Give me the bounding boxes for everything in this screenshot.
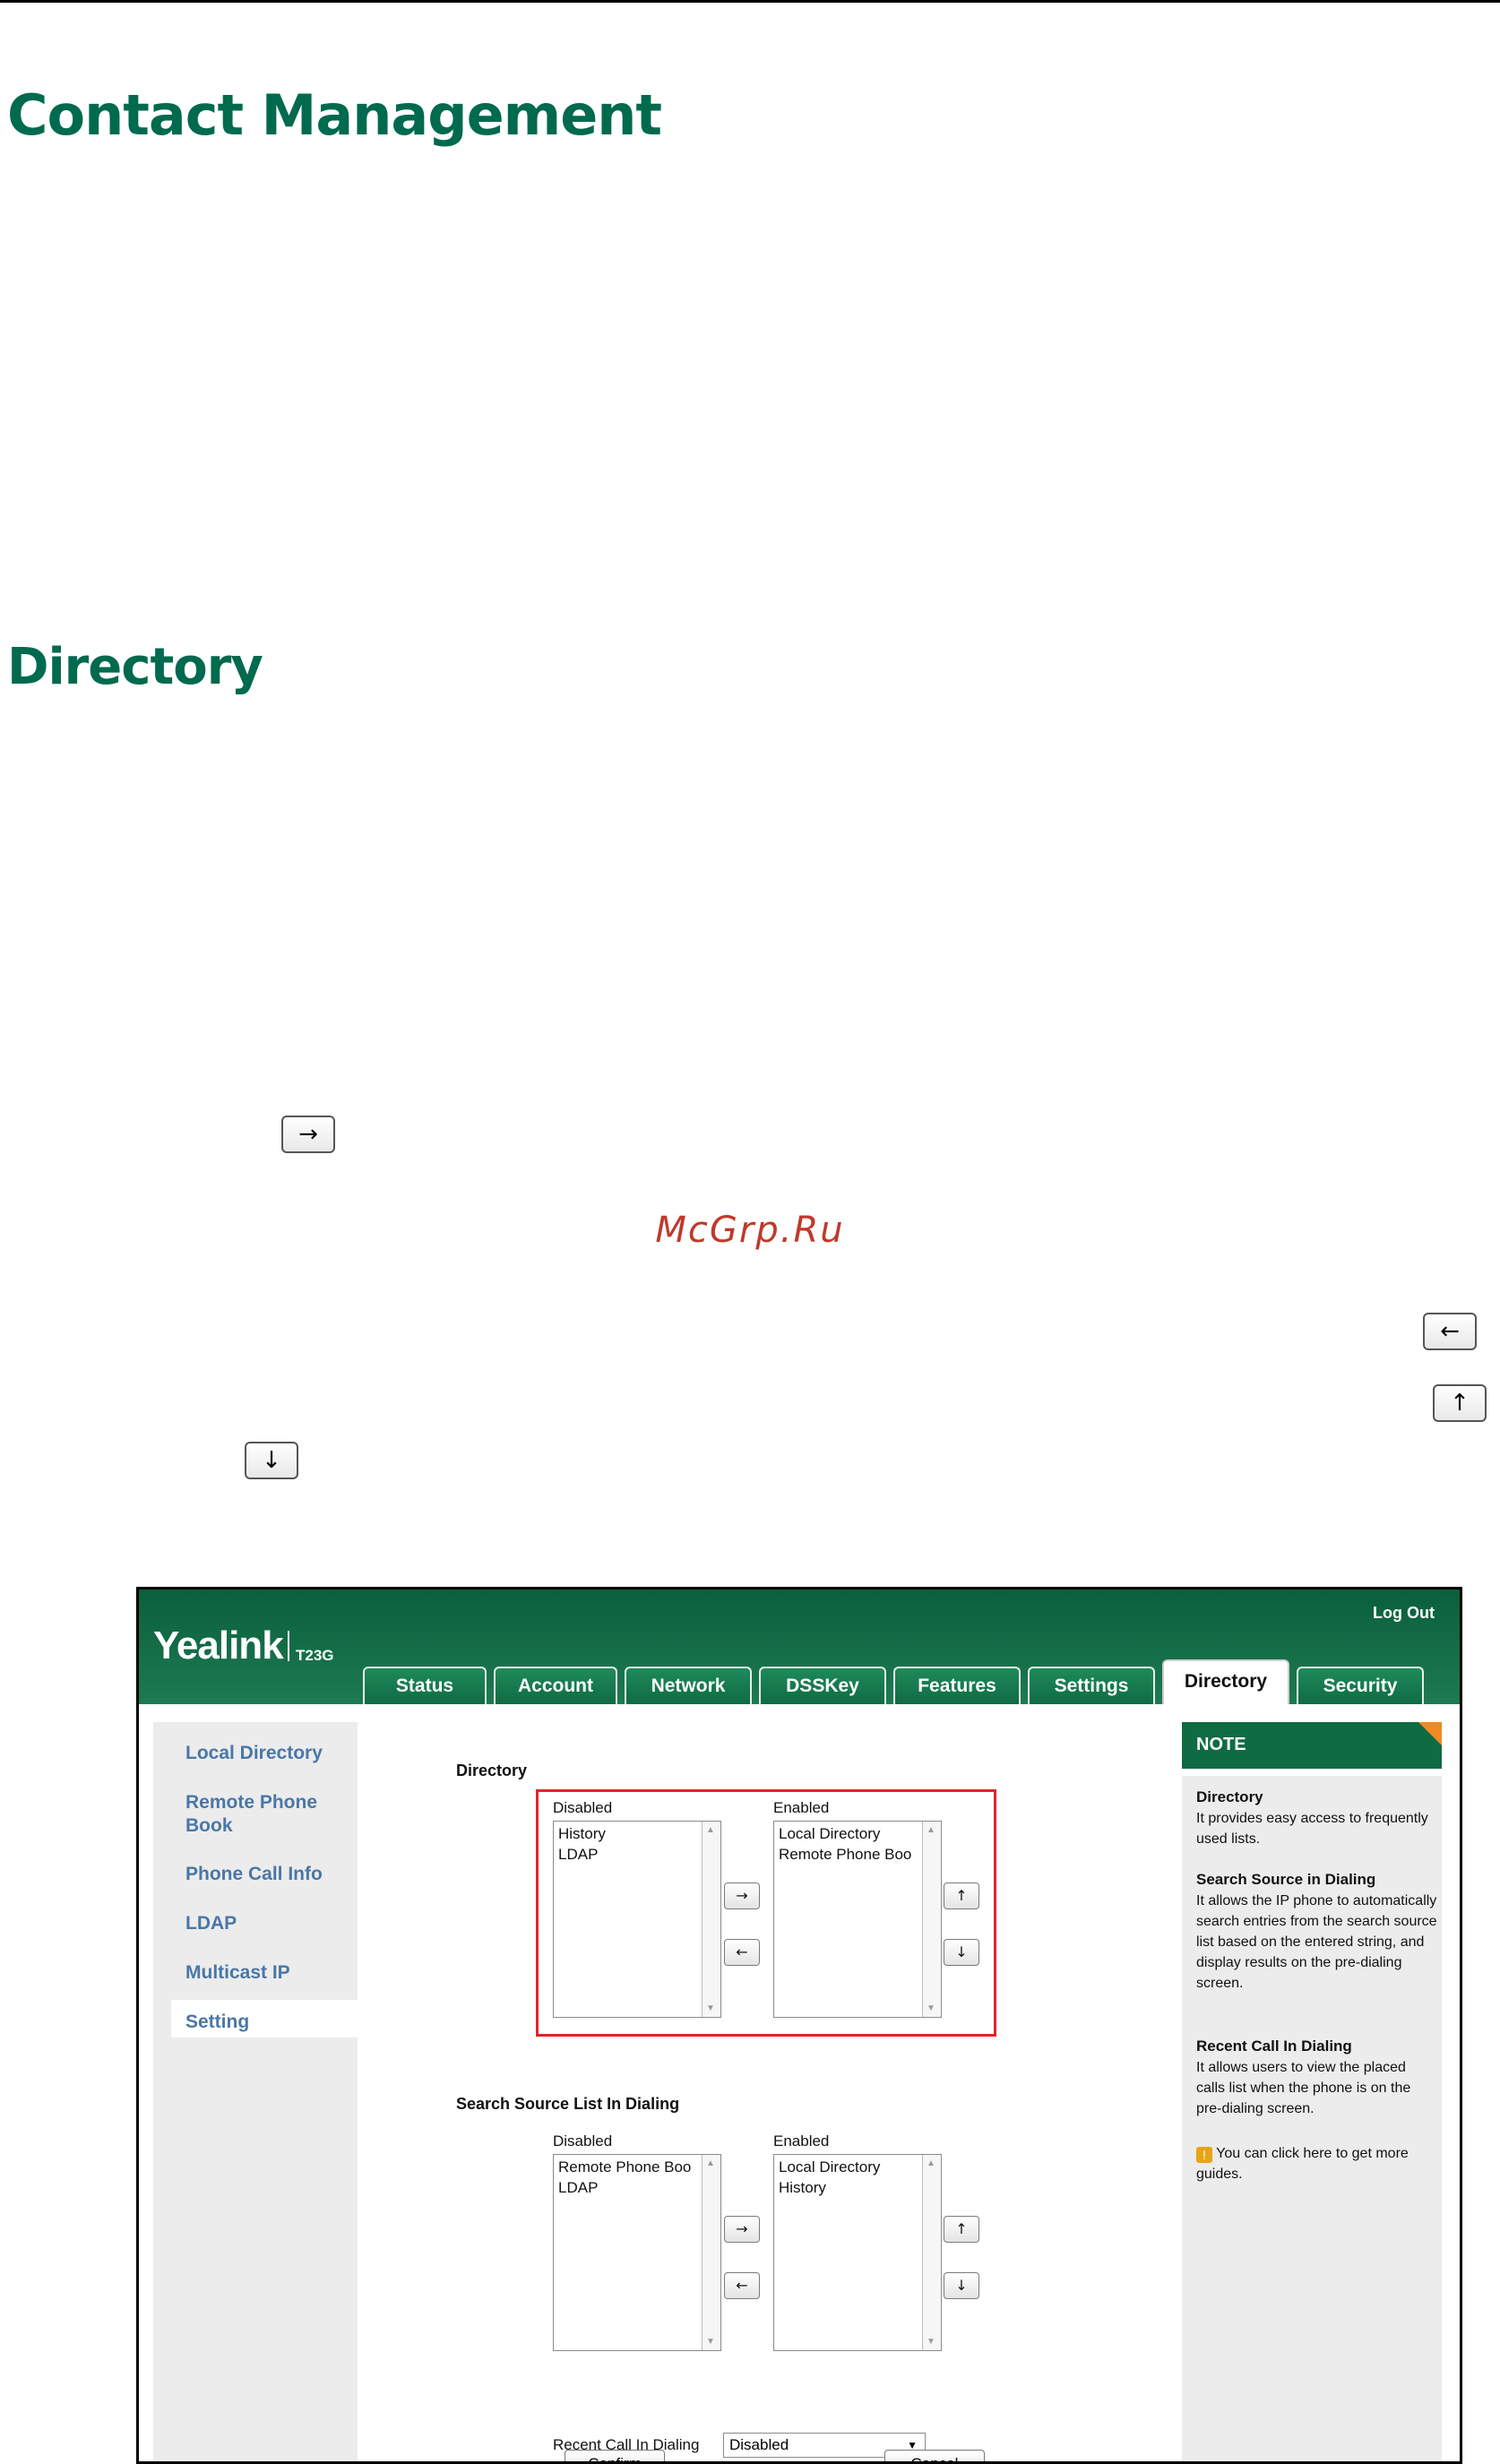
note-header: NOTE xyxy=(1182,1722,1442,1769)
list-item[interactable]: History xyxy=(558,1825,702,1843)
tab-network[interactable]: Network xyxy=(625,1667,752,1704)
directory-enabled-list[interactable]: Local Directory Remote Phone Boo ▲ ▼ xyxy=(773,1821,942,2018)
directory-disabled-label: Disabled xyxy=(553,1799,613,1816)
sidebar-item-ldap[interactable]: LDAP xyxy=(185,1912,237,1935)
list-item[interactable]: Local Directory xyxy=(779,2158,922,2176)
web-ui-screenshot: Yealink T23G Log Out Status Account Netw… xyxy=(136,1587,1462,2464)
directory-move-right-button[interactable]: → xyxy=(724,1882,760,1909)
scrollbar[interactable]: ▲ ▼ xyxy=(702,1822,720,2017)
note-guide-text[interactable]: You can click here to get more guides. xyxy=(1196,2146,1409,2182)
note-title: NOTE xyxy=(1196,1735,1246,1754)
lightbulb-icon: ! xyxy=(1196,2147,1212,2163)
list-item[interactable]: Remote Phone Boo xyxy=(779,1846,922,1864)
directory-enabled-label: Enabled xyxy=(773,1799,830,1816)
search-move-right-button[interactable]: → xyxy=(724,2216,760,2243)
tab-settings[interactable]: Settings xyxy=(1028,1667,1155,1704)
note-corner-icon xyxy=(1418,1722,1442,1745)
search-move-left-button[interactable]: ← xyxy=(724,2272,760,2299)
directory-move-down-button[interactable]: ↓ xyxy=(944,1939,979,1966)
recent-call-value: Disabled xyxy=(729,2436,789,2453)
directory-move-up-button[interactable]: ↑ xyxy=(944,1882,979,1909)
move-left-key-icon: ← xyxy=(1423,1313,1477,1350)
search-move-up-button[interactable]: ↑ xyxy=(944,2216,979,2243)
tab-account[interactable]: Account xyxy=(494,1667,617,1704)
list-item[interactable]: LDAP xyxy=(558,2179,702,2197)
note-item-title: Recent Call In Dialing xyxy=(1196,2038,1352,2055)
directory-disabled-list[interactable]: History LDAP ▲ ▼ xyxy=(553,1821,721,2018)
note-item-text: It allows users to view the placed calls… xyxy=(1196,2060,1411,2116)
tab-features[interactable]: Features xyxy=(893,1667,1021,1704)
search-source-title: Search Source List In Dialing xyxy=(456,2095,680,2113)
note-item-title: Search Source in Dialing xyxy=(1196,1871,1376,1888)
search-disabled-label: Disabled xyxy=(553,2132,613,2150)
sidebar-item-local-directory[interactable]: Local Directory xyxy=(185,1742,323,1765)
cancel-button[interactable]: Cancel xyxy=(884,2450,985,2461)
tab-status[interactable]: Status xyxy=(363,1667,487,1704)
top-rule xyxy=(0,0,1500,3)
search-enabled-label: Enabled xyxy=(773,2132,830,2150)
section-title: Directory xyxy=(7,638,263,696)
move-right-key-icon: → xyxy=(281,1116,335,1153)
logo-separator xyxy=(288,1631,289,1661)
sidebar-item-phone-call-info[interactable]: Phone Call Info xyxy=(185,1863,323,1886)
search-move-down-button[interactable]: ↓ xyxy=(944,2272,979,2299)
sidebar: Local Directory Remote Phone Book Phone … xyxy=(153,1722,377,2461)
search-enabled-list[interactable]: Local Directory History ▲ ▼ xyxy=(773,2154,942,2351)
scrollbar[interactable]: ▲ ▼ xyxy=(922,2155,941,2350)
logout-link[interactable]: Log Out xyxy=(1373,1604,1435,1623)
tab-dsskey[interactable]: DSSKey xyxy=(759,1667,886,1704)
note-guide[interactable]: ! You can click here to get more guides. xyxy=(1196,2143,1438,2184)
list-item[interactable]: History xyxy=(779,2179,922,2197)
list-item[interactable]: Remote Phone Boo xyxy=(558,2158,702,2176)
watermark: McGrp.Ru xyxy=(655,1210,845,1251)
directory-title: Directory xyxy=(456,1762,528,1779)
directory-move-left-button[interactable]: ← xyxy=(724,1939,760,1966)
note-panel: Directory It provides easy access to fre… xyxy=(1182,1776,1442,2461)
sidebar-item-remote-phone-book[interactable]: Remote Phone Book xyxy=(185,1791,338,1838)
confirm-button[interactable]: Confirm xyxy=(565,2450,665,2461)
list-item[interactable]: Local Directory xyxy=(779,1825,922,1843)
move-up-key-icon: ↑ xyxy=(1433,1384,1487,1422)
scrollbar[interactable]: ▲ ▼ xyxy=(702,2155,720,2350)
header-bar: Yealink T23G Log Out Status Account Netw… xyxy=(139,1590,1460,1704)
move-down-key-icon: ↓ xyxy=(245,1442,298,1479)
list-item[interactable]: LDAP xyxy=(558,1846,702,1864)
tab-security[interactable]: Security xyxy=(1297,1667,1424,1704)
note-item-text: It allows the IP phone to automatically … xyxy=(1196,1893,1437,1991)
sidebar-item-setting[interactable]: Setting xyxy=(185,2011,249,2034)
scrollbar[interactable]: ▲ ▼ xyxy=(922,1822,941,2017)
sidebar-item-multicast-ip[interactable]: Multicast IP xyxy=(185,1961,290,1985)
model-label: T23G xyxy=(296,1647,334,1664)
search-disabled-list[interactable]: Remote Phone Boo LDAP ▲ ▼ xyxy=(553,2154,721,2351)
page-title: Contact Management xyxy=(7,82,662,148)
note-item-title: Directory xyxy=(1196,1788,1263,1805)
note-item-text: It provides easy access to frequently us… xyxy=(1196,1811,1428,1847)
brand-logo: Yealink xyxy=(153,1624,284,1667)
tab-directory[interactable]: Directory xyxy=(1162,1659,1289,1704)
